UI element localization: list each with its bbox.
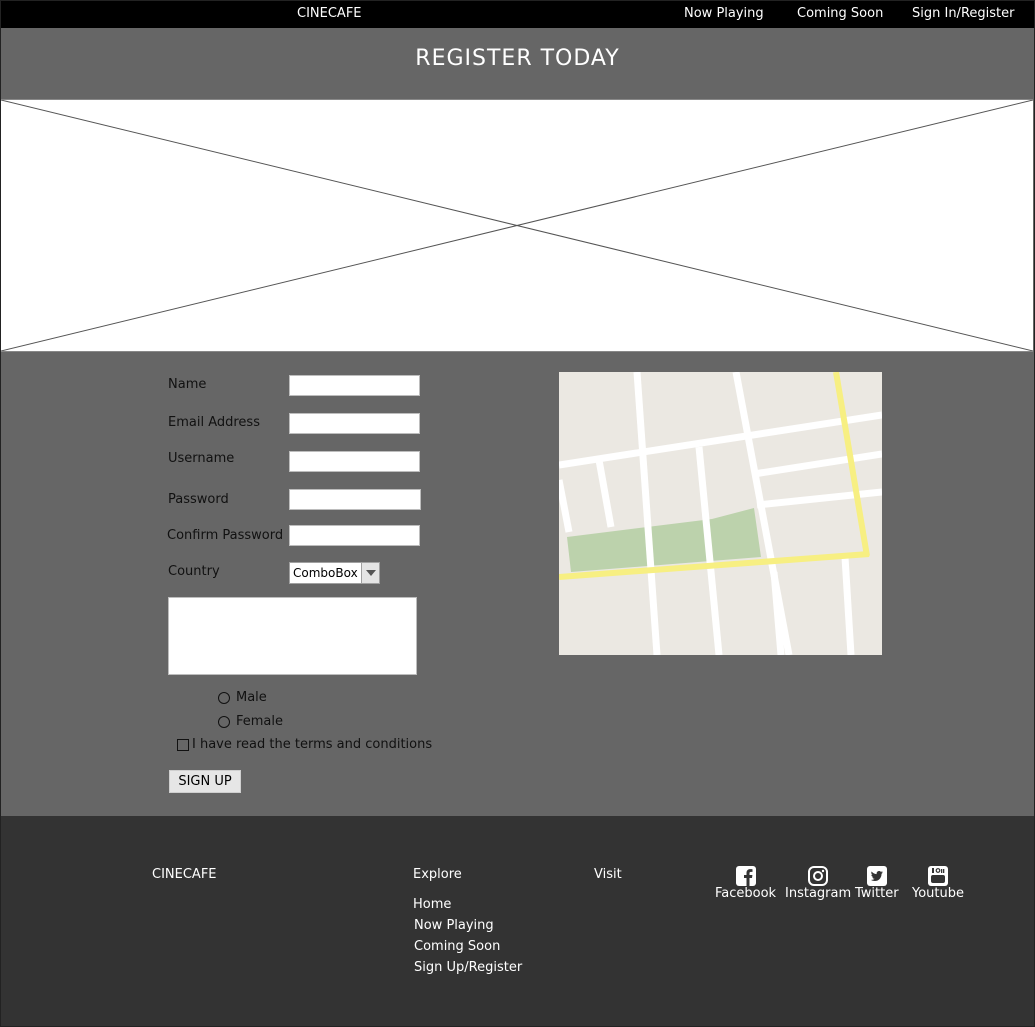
social-label-twitter: Twitter <box>855 886 899 901</box>
name-input[interactable] <box>289 375 420 396</box>
social-link-instagram[interactable]: Instagram <box>785 866 851 901</box>
email-input[interactable] <box>289 413 420 434</box>
footer-link-sign-up[interactable]: Sign Up/Register <box>414 960 522 975</box>
youtube-icon <box>928 866 948 886</box>
banner-image-placeholder <box>1 99 1033 352</box>
instagram-icon <box>808 866 829 886</box>
page-title: REGISTER TODAY <box>415 46 620 71</box>
terms-checkbox-row[interactable]: I have read the terms and conditions <box>177 737 432 752</box>
chevron-down-icon[interactable] <box>361 563 379 583</box>
username-label: Username <box>168 451 235 466</box>
location-map[interactable] <box>559 372 882 655</box>
nav-brand[interactable]: CINECAFE <box>297 6 362 21</box>
social-link-youtube[interactable]: Youtube <box>912 866 964 901</box>
nav-link-sign-in[interactable]: Sign In/Register <box>912 6 1014 21</box>
terms-checkbox[interactable] <box>177 738 189 751</box>
nav-link-coming-soon[interactable]: Coming Soon <box>797 6 883 21</box>
country-combobox[interactable]: ComboBox <box>289 562 380 584</box>
footer-explore-heading: Explore <box>413 867 462 882</box>
top-nav: CINECAFE Now Playing Coming Soon Sign In… <box>0 0 1035 28</box>
country-label: Country <box>168 564 220 579</box>
social-link-twitter[interactable]: Twitter <box>855 866 899 901</box>
confirm-password-input[interactable] <box>289 525 420 546</box>
password-label: Password <box>168 492 229 507</box>
radio-label-male: Male <box>236 690 267 705</box>
footer-brand: CINECAFE <box>152 867 217 882</box>
footer-link-now-playing[interactable]: Now Playing <box>414 918 494 933</box>
username-input[interactable] <box>289 451 420 472</box>
comments-textarea[interactable] <box>168 597 417 675</box>
signup-button[interactable]: SIGN UP <box>169 770 241 793</box>
name-label: Name <box>168 377 207 392</box>
footer <box>1 816 1034 1026</box>
social-label-facebook: Facebook <box>715 886 777 901</box>
nav-link-now-playing[interactable]: Now Playing <box>684 6 764 21</box>
social-link-facebook[interactable]: Facebook <box>715 866 776 901</box>
gender-option-male[interactable]: Male <box>218 690 267 705</box>
country-combobox-value: ComboBox <box>293 566 358 580</box>
terms-label: I have read the terms and conditions <box>192 737 433 752</box>
footer-link-coming-soon[interactable]: Coming Soon <box>414 939 500 954</box>
twitter-icon <box>866 866 887 886</box>
email-label: Email Address <box>168 415 260 430</box>
facebook-icon <box>735 866 756 886</box>
password-input[interactable] <box>289 489 421 510</box>
gender-option-female[interactable]: Female <box>218 714 283 729</box>
radio-button[interactable] <box>218 715 230 728</box>
footer-visit-heading: Visit <box>594 867 622 882</box>
social-label-instagram: Instagram <box>785 886 852 901</box>
radio-button[interactable] <box>218 691 230 704</box>
confirm-password-label: Confirm Password <box>167 528 284 543</box>
footer-link-home[interactable]: Home <box>413 897 451 912</box>
radio-label-female: Female <box>236 714 284 729</box>
social-label-youtube: Youtube <box>912 886 964 901</box>
